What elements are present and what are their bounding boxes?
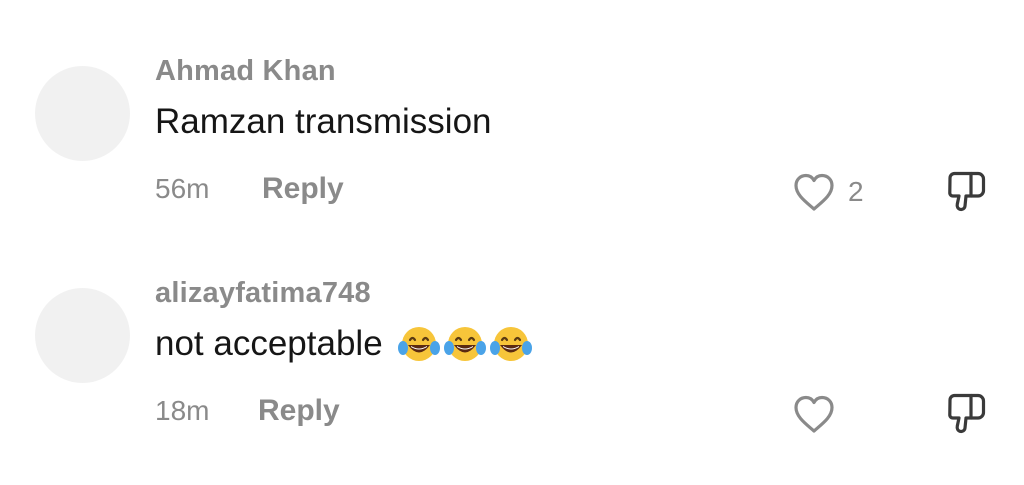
comment-username[interactable]: Ahmad Khan [155, 55, 336, 88]
face-with-tears-of-joy-icon [443, 327, 486, 361]
comment-text: not acceptable [155, 324, 533, 364]
comment-timestamp: 18m [155, 395, 210, 426]
dislike-button[interactable] [944, 390, 990, 436]
comment-username[interactable]: alizayfatima748 [155, 277, 371, 310]
heart-icon [792, 394, 836, 434]
face-with-tears-of-joy-icon [397, 327, 440, 361]
like-button[interactable]: 2 [792, 170, 864, 214]
avatar[interactable] [35, 66, 130, 161]
emoji-group [397, 324, 533, 364]
heart-icon [792, 172, 836, 212]
dislike-button[interactable] [944, 168, 990, 214]
like-button[interactable] [792, 392, 848, 436]
comment-text: Ramzan transmission [155, 102, 492, 142]
like-count: 2 [848, 176, 864, 207]
thumbs-down-icon [944, 168, 990, 214]
face-with-tears-of-joy-icon [489, 327, 532, 361]
reply-button[interactable]: Reply [258, 394, 340, 428]
avatar[interactable] [35, 288, 130, 383]
comment-text-body: Ramzan transmission [155, 102, 492, 141]
comment-timestamp: 56m [155, 173, 210, 204]
comment-text-body: not acceptable [155, 324, 383, 363]
reply-button[interactable]: Reply [262, 172, 344, 206]
thumbs-down-icon [944, 390, 990, 436]
